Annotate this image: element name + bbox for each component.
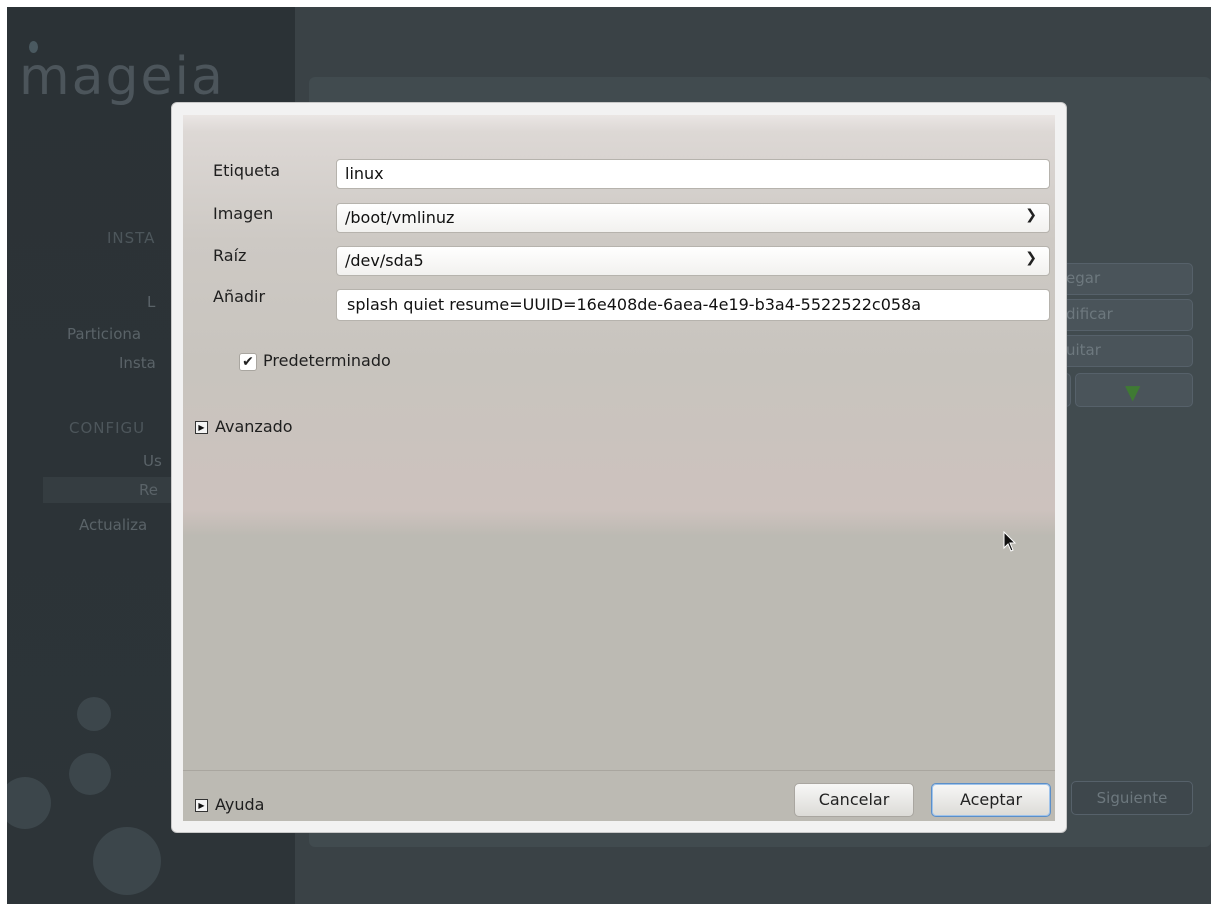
arrow-down-icon: ▼ bbox=[1125, 380, 1141, 404]
decor-flower-icon bbox=[93, 827, 161, 895]
append-input-value: splash quiet resume=UUID=16e408de-6aea-4… bbox=[347, 295, 922, 314]
cancel-button[interactable]: Cancelar bbox=[794, 783, 914, 817]
decor-flower-icon bbox=[77, 697, 111, 731]
remove-button-label: uitar bbox=[1066, 341, 1101, 359]
append-input[interactable]: splash quiet resume=UUID=16e408de-6aea-4… bbox=[336, 289, 1050, 321]
default-checkbox[interactable]: ✔ bbox=[239, 353, 257, 371]
image-combobox[interactable]: /boot/vmlinuz ❯ bbox=[336, 203, 1050, 233]
decor-flower-icon bbox=[69, 753, 111, 795]
dialog-content: Etiqueta linux Imagen /boot/vmlinuz ❯ Ra… bbox=[183, 115, 1055, 821]
default-checkbox-label[interactable]: Predeterminado bbox=[263, 351, 391, 370]
decor-flower-icon bbox=[7, 777, 51, 829]
next-button: Siguiente bbox=[1071, 781, 1193, 815]
ok-button[interactable]: Aceptar bbox=[931, 783, 1051, 817]
sidebar-section-config: CONFIGU bbox=[69, 419, 146, 437]
modify-button: dificar bbox=[1053, 299, 1193, 331]
chevron-down-icon: ❯ bbox=[1025, 207, 1037, 223]
add-button: egar bbox=[1053, 263, 1193, 295]
image-label: Imagen bbox=[213, 204, 274, 223]
root-combobox[interactable]: /dev/sda5 ❯ bbox=[336, 246, 1050, 276]
sidebar-item-config-3: Actualiza bbox=[79, 516, 148, 534]
label-label: Etiqueta bbox=[213, 161, 281, 180]
expander-arrow-icon[interactable]: ▶ bbox=[195, 799, 208, 812]
modify-button-label: dificar bbox=[1066, 305, 1113, 323]
sidebar-item-config-2: Re bbox=[139, 481, 158, 499]
mageia-logo: mageia bbox=[19, 41, 225, 107]
sidebar-item-config-1: Us bbox=[143, 452, 162, 470]
sidebar-item-install-1: L bbox=[147, 293, 156, 311]
screen: mageia INSTA L Particiona Insta CONFIGU … bbox=[7, 7, 1211, 904]
check-icon: ✔ bbox=[242, 354, 254, 370]
chevron-down-icon: ❯ bbox=[1025, 250, 1037, 266]
label-input[interactable]: linux bbox=[336, 159, 1050, 189]
expander-arrow-icon[interactable]: ▶ bbox=[195, 421, 208, 434]
sidebar-section-install: INSTA bbox=[107, 229, 156, 247]
sidebar-item-install-2: Particiona bbox=[67, 325, 142, 343]
help-expander[interactable]: Ayuda bbox=[215, 795, 264, 814]
logo-text: mageia bbox=[19, 47, 225, 107]
dialog-separator bbox=[183, 770, 1055, 771]
logo-drop-icon bbox=[29, 41, 38, 53]
root-label: Raíz bbox=[213, 246, 247, 265]
root-combobox-value: /dev/sda5 bbox=[345, 251, 424, 270]
append-label: Añadir bbox=[213, 287, 266, 306]
image-combobox-value: /boot/vmlinuz bbox=[345, 208, 455, 227]
remove-button: uitar bbox=[1053, 335, 1193, 367]
boot-entry-dialog: Etiqueta linux Imagen /boot/vmlinuz ❯ Ra… bbox=[171, 102, 1067, 833]
label-input-value: linux bbox=[345, 164, 384, 183]
advanced-expander[interactable]: Avanzado bbox=[215, 417, 293, 436]
mouse-cursor-icon bbox=[1003, 531, 1017, 552]
sidebar-item-install-3: Insta bbox=[119, 354, 156, 372]
add-button-label: egar bbox=[1066, 269, 1101, 287]
